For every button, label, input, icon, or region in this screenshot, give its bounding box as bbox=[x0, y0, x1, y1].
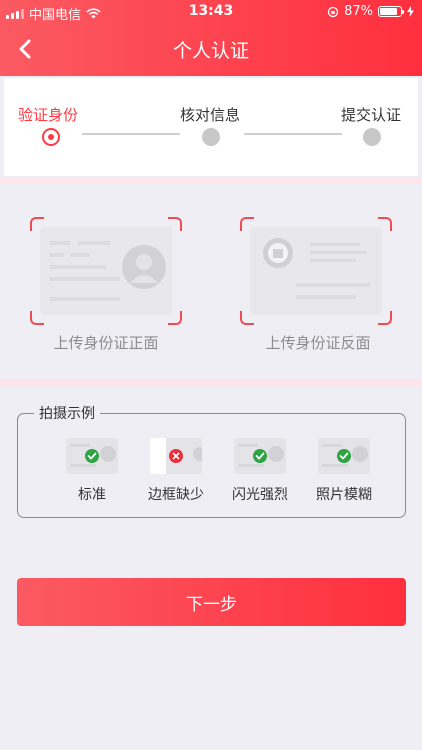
upload-id-front[interactable] bbox=[30, 217, 182, 325]
charging-icon bbox=[407, 6, 414, 17]
example-standard: 标准 bbox=[52, 438, 132, 508]
id-front-placeholder-icon bbox=[40, 227, 172, 315]
step-connector bbox=[244, 133, 342, 135]
step-dot bbox=[202, 128, 220, 146]
step-dot-active bbox=[42, 128, 60, 146]
example-missing-border: 边框缺少 bbox=[136, 438, 216, 508]
battery-icon bbox=[378, 6, 404, 17]
example-strong-flash-thumb-icon bbox=[234, 438, 286, 474]
photo-examples: 拍摄示例 标准 边框缺少 闪光强烈 照片模糊 bbox=[17, 403, 406, 518]
example-label: 闪光强烈 bbox=[232, 487, 288, 503]
step-label-submit: 提交认证 bbox=[341, 106, 402, 124]
step-label-verify: 验证身份 bbox=[18, 106, 79, 124]
example-label: 照片模糊 bbox=[316, 487, 372, 503]
page-title: 个人认证 bbox=[172, 40, 249, 62]
step-label-check: 核对信息 bbox=[180, 106, 241, 124]
section-divider bbox=[0, 177, 422, 184]
example-label: 边框缺少 bbox=[148, 487, 204, 503]
status-bar: 中国电信 13:43 87% bbox=[0, 0, 422, 24]
orientation-lock-icon bbox=[327, 6, 339, 17]
example-blurry-photo-thumb-icon bbox=[318, 438, 370, 474]
example-missing-border-thumb-icon bbox=[150, 438, 202, 474]
example-standard-thumb-icon bbox=[66, 438, 118, 474]
example-strong-flash: 闪光强烈 bbox=[220, 438, 300, 508]
upload-id-back[interactable] bbox=[240, 217, 392, 325]
upload-front-label: 上传身份证正面 bbox=[53, 334, 159, 352]
app-header: 中国电信 13:43 87% 个人认证 bbox=[0, 0, 422, 76]
step-indicator: 验证身份 核对信息 提交认证 bbox=[4, 78, 418, 176]
step-dot bbox=[363, 128, 381, 146]
example-blurry-photo: 照片模糊 bbox=[304, 438, 384, 508]
next-step-button[interactable]: 下一步 bbox=[17, 578, 406, 626]
upload-back-label: 上传身份证反面 bbox=[265, 334, 371, 352]
section-divider bbox=[0, 379, 422, 386]
step-connector bbox=[82, 133, 180, 135]
examples-title: 拍摄示例 bbox=[34, 403, 100, 423]
example-label: 标准 bbox=[78, 487, 106, 503]
id-back-placeholder-icon bbox=[250, 227, 382, 315]
battery-percent: 87% bbox=[344, 4, 373, 19]
